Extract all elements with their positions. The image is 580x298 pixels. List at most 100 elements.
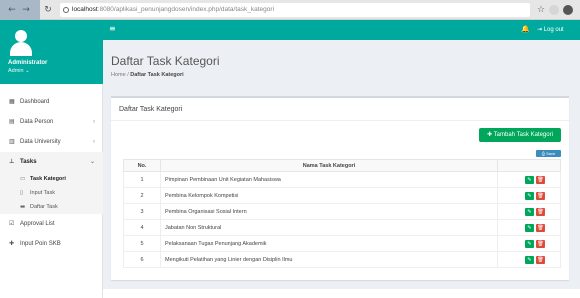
table-row: 5 Pelaksanaan Tugas Penunjang Akademik ✎… [123,235,561,252]
box-title: Daftar Task Kategori [119,106,183,113]
row-actions: ✎ 🗑 [497,251,561,268]
sidebar-item-label: Input Poin SKB [20,241,61,247]
edit-icon[interactable]: ✎ [525,223,534,232]
row-name: Pelaksanaan Tugas Penunjang Akademik [160,235,498,252]
dashboard-icon: ▦ [9,98,15,105]
table-row: 6 Mengikuti Pelatihan yang Linier dengan… [123,251,561,268]
task-kategori-box: Daftar Task Kategori ✚ Tambah Task Kateg… [111,96,569,280]
row-actions: ✎ 🗑 [497,235,561,252]
chevron-left-icon: ‹ [93,119,95,125]
breadcrumb-home[interactable]: Home [111,72,126,78]
trash-icon[interactable]: 🗑 [536,175,545,184]
chevron-left-icon: ‹ [93,139,95,145]
task-kategori-table: No. Nama Task Kategori 1 Pimpinan Pembin… [123,159,561,268]
row-number: 6 [123,251,161,268]
trash-icon[interactable]: 🗑 [536,223,545,232]
sidebar-item-input-poin-skb[interactable]: ✚ Input Poin SKB [0,234,103,254]
edit-icon[interactable]: ✎ [525,207,534,216]
table-icon: ▤ [9,118,15,125]
row-name: Pembina Organisasi Sosial Intern [160,203,498,220]
page-title: Daftar Task Kategori [111,54,220,68]
chevron-down-icon: ⌄ [89,159,95,165]
user-panel: Administrator Admin ⌄ [0,20,103,84]
row-name: Pimpinan Pembinaan Unit Kegiatan Mahasis… [160,171,498,188]
back-icon[interactable]: ← [6,4,18,16]
row-name: Jabatan Non Struktural [160,219,498,236]
sidebar-item-approval-list[interactable]: ☑ Approval List [0,214,103,234]
sidebar-subitem-label: Daftar Task [30,204,58,210]
reload-icon[interactable]: ↻ [42,4,54,16]
building-icon: ▥ [9,138,15,145]
row-number: 3 [123,203,161,220]
sidebar-subitem-task-kategori[interactable]: ▭ Task Kategori [0,172,103,186]
sidebar-subitem-label: Task Kategori [30,176,66,182]
breadcrumb-current: Daftar Task Kategori [130,72,184,78]
edit-icon[interactable]: ✎ [525,239,534,248]
profile-icon[interactable] [563,5,573,15]
trash-icon[interactable]: 🗑 [536,239,545,248]
address-bar[interactable]: localhost:8080/aplikasi_penunjangdosen/i… [60,3,530,17]
row-name: Pembina Kelompok Kompetisi [160,187,498,204]
breadcrumb-separator: / [127,72,129,78]
logout-button[interactable]: ⇥ Log out [537,26,564,33]
sidebar-menu: ▦ Dashboard ▤ Data Person ‹ ▥ Data Unive… [0,92,103,254]
box-divider [111,120,569,121]
add-task-kategori-button[interactable]: ✚ Tambah Task Kategori [479,128,561,142]
footer [103,288,580,298]
bell-icon[interactable]: 🔔 [521,25,530,33]
sidebar-item-label: Data University [20,139,61,145]
row-number: 2 [123,187,161,204]
sidebar-item-label: Approval List [20,221,55,227]
sidebar-item-dashboard[interactable]: ▦ Dashboard [0,92,103,112]
sidebar-item-label: Tasks [20,159,37,165]
hamburger-icon[interactable]: ≡ [109,25,116,33]
sidebar-item-tasks[interactable]: ⊥ Tasks ⌄ [0,152,103,172]
avatar [10,30,32,58]
row-actions: ✎ 🗑 [497,171,561,188]
file-icon: ▯ [20,190,24,196]
check-icon: ☑ [9,220,15,227]
trash-icon[interactable]: 🗑 [536,191,545,200]
url-path: :8080/aplikasi_penunjangdosen/index.php/… [97,6,275,13]
browser-toolbar: ← → ↻ localhost:8080/aplikasi_penunjangd… [0,0,580,20]
sidebar: Administrator Admin ⌄ ▦ Dashboard ▤ Data… [0,20,103,298]
column-header-actions [497,159,561,172]
sidebar-item-data-university[interactable]: ▥ Data University ‹ [0,132,103,152]
star-icon[interactable]: ☆ [535,4,547,16]
sidebar-subitem-input-task[interactable]: ▯ Input Task [0,186,103,200]
sidebar-subitem-label: Input Task [30,190,55,196]
trash-icon[interactable]: 🗑 [536,255,545,264]
extension-icon[interactable] [549,5,559,15]
sidebar-item-label: Dashboard [20,99,50,105]
row-actions: ✎ 🗑 [497,203,561,220]
user-role-dropdown[interactable]: Admin ⌄ [8,68,30,74]
row-number: 4 [123,219,161,236]
folder-icon: ▭ [20,176,26,182]
row-actions: ✎ 🗑 [497,219,561,236]
table-row: 1 Pimpinan Pembinaan Unit Kegiatan Mahas… [123,171,561,188]
row-name: Mengikuti Pelatihan yang Linier dengan D… [160,251,498,268]
tasks-icon: ⊥ [9,158,15,165]
forward-icon[interactable]: → [20,4,32,16]
row-number: 5 [123,235,161,252]
sidebar-item-data-person[interactable]: ▤ Data Person ‹ [0,112,103,132]
tasks-submenu: ▭ Task Kategori ▯ Input Task ▬ Daftar Ta… [0,172,103,214]
table-row: 2 Pembina Kelompok Kompetisi ✎ 🗑 [123,187,561,204]
edit-icon[interactable]: ✎ [525,175,534,184]
trash-icon[interactable]: 🗑 [536,207,545,216]
sidebar-subitem-daftar-task[interactable]: ▬ Daftar Task [0,200,103,214]
edit-icon[interactable]: ✎ [525,255,534,264]
url-host: localhost [72,6,98,13]
edit-icon[interactable]: ✎ [525,191,534,200]
save-button[interactable]: ⎙ Save [536,150,561,157]
row-actions: ✎ 🗑 [497,187,561,204]
table-row: 4 Jabatan Non Struktural ✎ 🗑 [123,219,561,236]
breadcrumb: Home / Daftar Task Kategori [111,72,184,78]
user-name: Administrator [8,60,48,66]
table-row: 3 Pembina Organisasi Sosial Intern ✎ 🗑 [123,203,561,220]
list-icon: ▬ [20,204,26,210]
column-header-no: No. [123,159,161,172]
sidebar-item-label: Data Person [20,119,54,125]
top-navbar: ≡ 🔔 ⇥ Log out [103,20,580,40]
info-icon[interactable] [63,7,69,13]
